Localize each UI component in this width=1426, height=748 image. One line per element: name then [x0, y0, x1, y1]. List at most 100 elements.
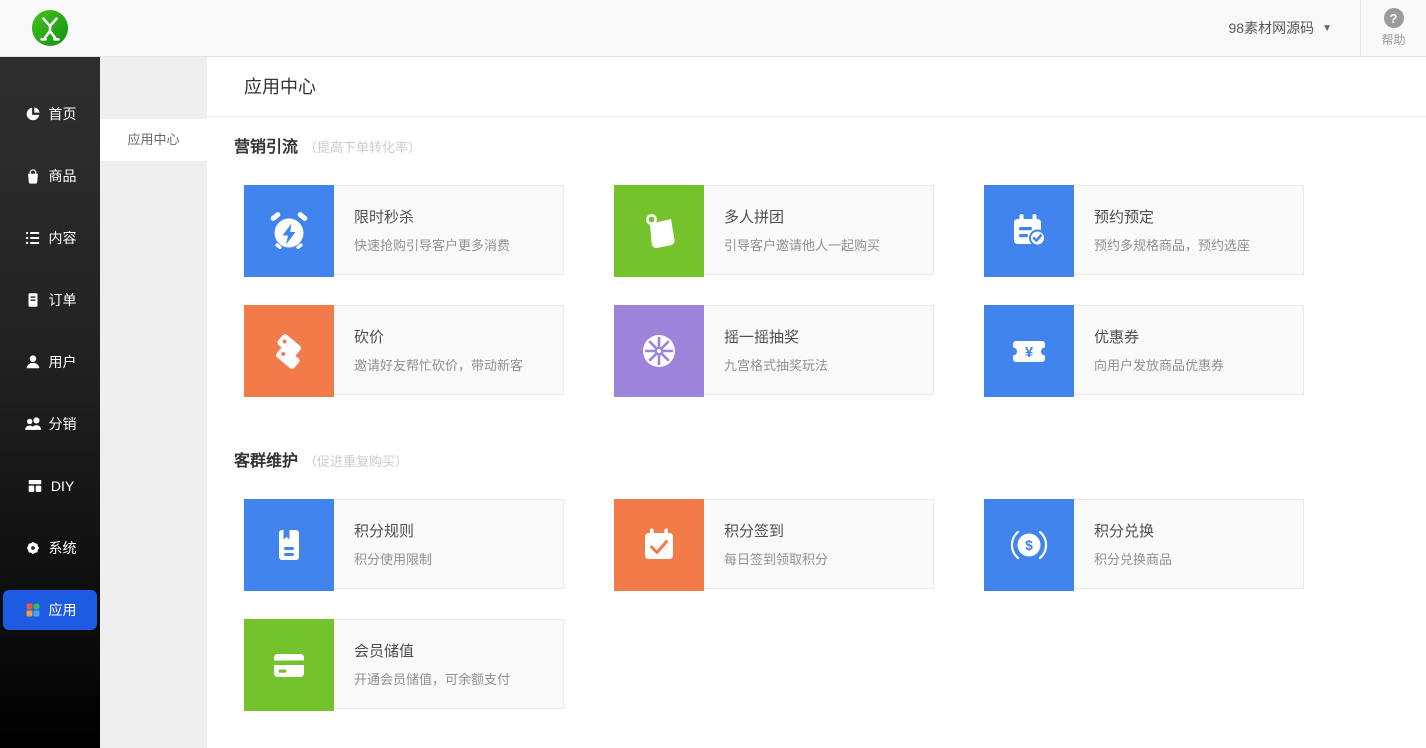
content-list-icon: [24, 229, 42, 247]
app-card-title: 积分签到: [724, 520, 933, 541]
app-card-icon-box: [984, 185, 1074, 277]
section-header: 客群维护（促进重复购买）: [234, 447, 1396, 471]
sidebar-item-goods[interactable]: 商品: [3, 156, 97, 196]
app-card-desc: 预约多规格商品，预约选座: [1094, 235, 1303, 254]
app-card-body: 积分规则 积分使用限制: [334, 500, 563, 588]
app-logo-icon: [31, 9, 69, 47]
booking-calendar-icon: [1005, 207, 1053, 255]
app-card[interactable]: 积分签到 每日签到领取积分: [614, 499, 934, 589]
app-card-title: 优惠券: [1094, 326, 1303, 347]
sidebar-item-label: DIY: [51, 478, 74, 494]
sidebar-item-home[interactable]: 首页: [3, 94, 97, 134]
section-header: 营销引流（提高下单转化率）: [234, 133, 1396, 157]
apps-grid-icon: [24, 601, 42, 619]
app-card-icon-box: [614, 305, 704, 397]
app-card[interactable]: 优惠券 向用户发放商品优惠券: [984, 305, 1304, 395]
app-card-title: 预约预定: [1094, 206, 1303, 227]
sidebar-item-system[interactable]: 系统: [3, 528, 97, 568]
app-card[interactable]: 限时秒杀 快速抢购引导客户更多消费: [244, 185, 564, 275]
app-card-title: 限时秒杀: [354, 206, 563, 227]
app-card-body: 积分兑换 积分兑换商品: [1074, 500, 1303, 588]
order-doc-icon: [24, 291, 42, 309]
app-card[interactable]: 积分规则 积分使用限制: [244, 499, 564, 589]
app-card-desc: 引导客户邀请他人一起购买: [724, 235, 933, 254]
system-gear-icon: [24, 539, 42, 557]
submenu: 应用中心: [100, 57, 207, 748]
app-card-body: 会员储值 开通会员储值，可余额支付: [334, 620, 563, 708]
sidebar-item-label: 应用: [49, 600, 77, 620]
coupon-ticket-icon: [1005, 327, 1053, 375]
points-exchange-coin-icon: [1005, 521, 1053, 569]
app-card[interactable]: 多人拼团 引导客户邀请他人一起购买: [614, 185, 934, 275]
question-mark-icon: ?: [1384, 8, 1404, 28]
account-label: 98素材网源码: [1229, 18, 1315, 38]
app-card-desc: 开通会员储值，可余额支付: [354, 669, 563, 688]
app-card[interactable]: 积分兑换 积分兑换商品: [984, 499, 1304, 589]
sidebar-item-label: 订单: [49, 290, 77, 310]
app-card-desc: 快速抢购引导客户更多消费: [354, 235, 563, 254]
section: 营销引流（提高下单转化率） 限时秒杀 快速抢购引导客户更多消费 多人拼团 引导客…: [234, 133, 1396, 395]
account-dropdown[interactable]: 98素材网源码 ▼: [1229, 18, 1332, 38]
app-card-body: 预约预定 预约多规格商品，预约选座: [1074, 186, 1303, 274]
app-card[interactable]: 预约预定 预约多规格商品，预约选座: [984, 185, 1304, 275]
main-content: 应用中心 营销引流（提高下单转化率） 限时秒杀 快速抢购引导客户更多消费 多人拼…: [207, 57, 1426, 748]
submenu-item-app-center[interactable]: 应用中心: [100, 119, 207, 161]
app-card-body: 积分签到 每日签到领取积分: [704, 500, 933, 588]
app-card-icon-box: [244, 185, 334, 277]
section-subtitle: （促进重复购买）: [304, 451, 408, 470]
user-icon: [24, 353, 42, 371]
sidebar-item-diy[interactable]: DIY: [3, 466, 97, 506]
app-card-desc: 九宫格式抽奖玩法: [724, 355, 933, 374]
sidebar-item-distribution[interactable]: 分销: [3, 404, 97, 444]
card-grid: 限时秒杀 快速抢购引导客户更多消费 多人拼团 引导客户邀请他人一起购买 预约预定…: [244, 185, 1396, 395]
help-button[interactable]: ? 帮助: [1360, 0, 1426, 56]
lottery-wheel-icon: [635, 327, 683, 375]
goods-bag-icon: [24, 167, 42, 185]
sidebar-item-user[interactable]: 用户: [3, 342, 97, 382]
sidebar-item-order[interactable]: 订单: [3, 280, 97, 320]
app-card-icon-box: [244, 619, 334, 711]
sidebar-item-label: 首页: [49, 104, 77, 124]
bargain-tags-icon: [265, 327, 313, 375]
distribution-users-icon: [24, 415, 42, 433]
sidebar-item-content[interactable]: 内容: [3, 218, 97, 258]
section-title: 营销引流: [234, 133, 298, 157]
app-card-icon-box: [984, 499, 1074, 591]
app-card[interactable]: 砍价 邀请好友帮忙砍价，带动新客: [244, 305, 564, 395]
app-card[interactable]: 会员储值 开通会员储值，可余额支付: [244, 619, 564, 709]
sidebar-nav: 首页商品内容订单用户分销 DIY 系统应用: [0, 57, 100, 748]
app-card-title: 积分规则: [354, 520, 563, 541]
sidebar-item-apps[interactable]: 应用: [3, 590, 97, 630]
topbar-right: 98素材网源码 ▼ ? 帮助: [1229, 0, 1426, 56]
app-card-icon-box: [614, 499, 704, 591]
app-card-title: 摇一摇抽奖: [724, 326, 933, 347]
app-card-icon-box: [984, 305, 1074, 397]
group-buy-bag-icon: [635, 207, 683, 255]
diy-layout-icon: [26, 477, 44, 495]
sidebar-item-label: 分销: [49, 414, 77, 434]
app-card-title: 会员储值: [354, 640, 563, 661]
app-card[interactable]: 摇一摇抽奖 九宫格式抽奖玩法: [614, 305, 934, 395]
app-card-icon-box: [244, 499, 334, 591]
sections: 营销引流（提高下单转化率） 限时秒杀 快速抢购引导客户更多消费 多人拼团 引导客…: [207, 117, 1426, 709]
app-card-body: 限时秒杀 快速抢购引导客户更多消费: [334, 186, 563, 274]
app-card-desc: 积分使用限制: [354, 549, 563, 568]
help-label: 帮助: [1381, 31, 1405, 48]
app-card-title: 积分兑换: [1094, 520, 1303, 541]
alarm-flash-icon: [265, 207, 313, 255]
points-rule-book-icon: [265, 521, 313, 569]
sidebar-item-label: 内容: [49, 228, 77, 248]
member-card-icon: [265, 641, 313, 689]
app-card-icon-box: [614, 185, 704, 277]
app-card-desc: 邀请好友帮忙砍价，带动新客: [354, 355, 563, 374]
app-card-title: 砍价: [354, 326, 563, 347]
app-card-desc: 每日签到领取积分: [724, 549, 933, 568]
sidebar-item-label: 系统: [49, 538, 77, 558]
card-grid: 积分规则 积分使用限制 积分签到 每日签到领取积分 积分兑换 积分兑换商品 会员…: [244, 499, 1396, 709]
app-card-body: 砍价 邀请好友帮忙砍价，带动新客: [334, 306, 563, 394]
app-card-title: 多人拼团: [724, 206, 933, 227]
checkin-calendar-icon: [635, 521, 683, 569]
app-card-desc: 向用户发放商品优惠券: [1094, 355, 1303, 374]
app-card-desc: 积分兑换商品: [1094, 549, 1303, 568]
topbar: 98素材网源码 ▼ ? 帮助: [0, 0, 1426, 57]
